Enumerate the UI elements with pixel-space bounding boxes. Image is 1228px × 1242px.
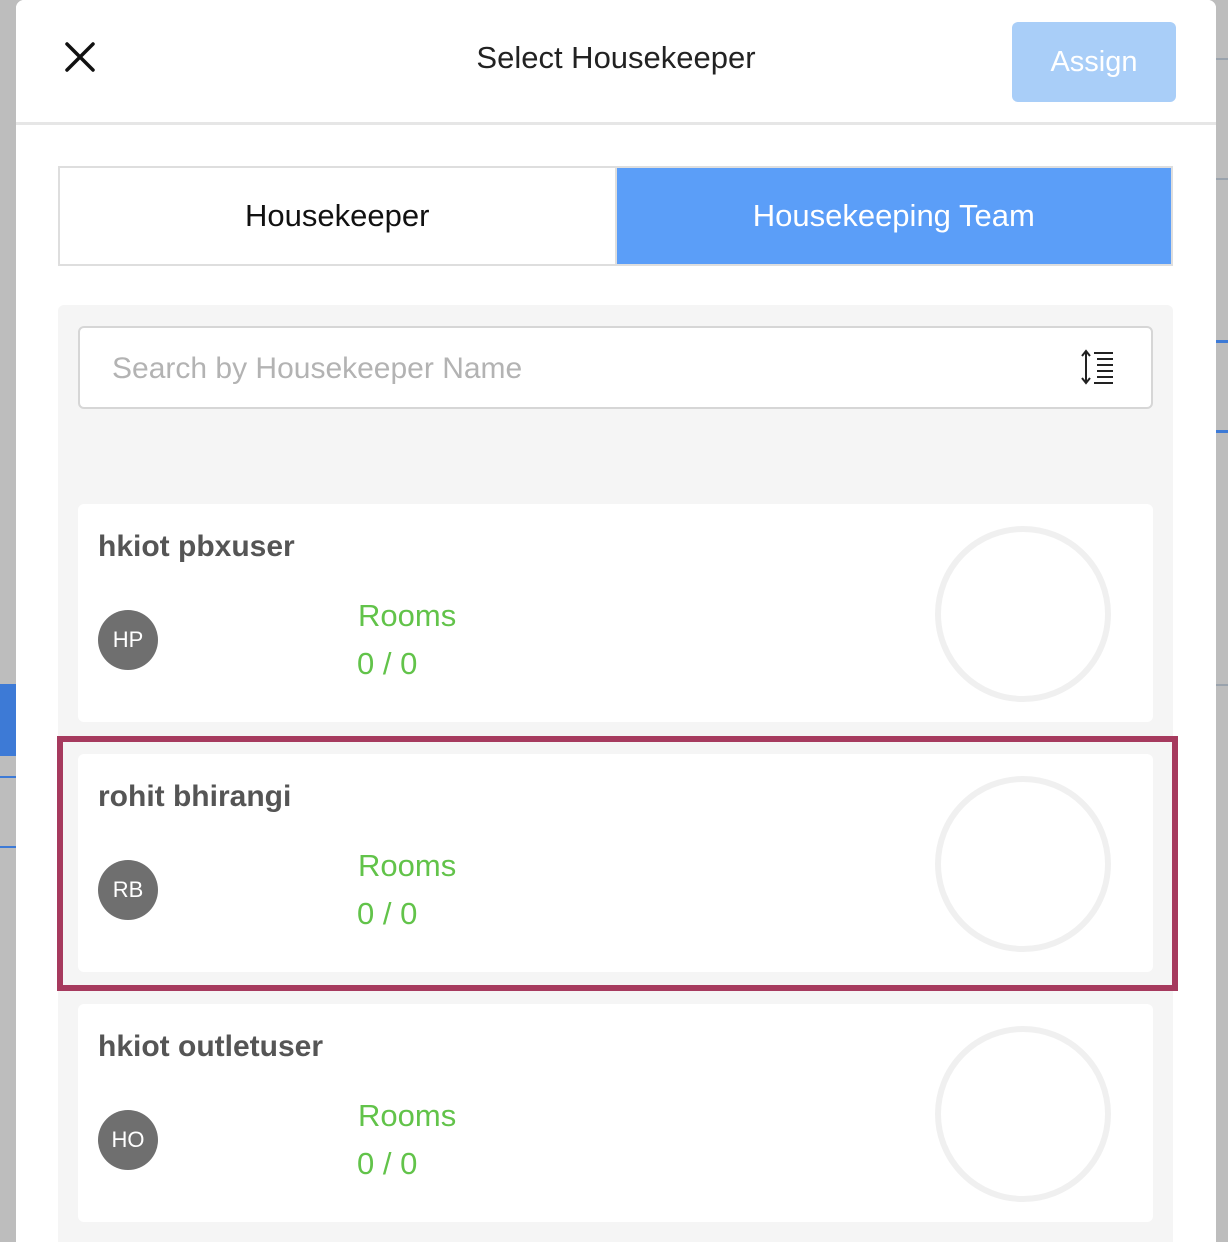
housekeeper-card[interactable]: hkiot outletuser HO Rooms 0 / 0 (78, 1004, 1153, 1222)
rooms-count: 0 / 0 (357, 646, 418, 681)
assign-button[interactable]: Assign (1012, 22, 1176, 102)
background-divider (1216, 178, 1228, 180)
housekeeper-card[interactable]: hkiot pbxuser HP Rooms 0 / 0 (78, 504, 1153, 722)
avatar: RB (98, 860, 158, 920)
housekeeper-name: hkiot outletuser (98, 1030, 324, 1063)
background-accent-line (0, 846, 16, 848)
tab-housekeeping-team[interactable]: Housekeeping Team (616, 168, 1171, 264)
progress-ring-icon (935, 776, 1111, 952)
background-accent-line (1216, 340, 1228, 343)
housekeeper-name: hkiot pbxuser (98, 530, 295, 563)
select-housekeeper-modal: Select Housekeeper Assign Housekeeper Ho… (16, 0, 1216, 1242)
rooms-count: 0 / 0 (357, 896, 418, 931)
search-input[interactable] (110, 328, 1014, 409)
rooms-count: 0 / 0 (357, 1146, 418, 1181)
housekeeper-card[interactable]: rohit bhirangi RB Rooms 0 / 0 (78, 754, 1153, 972)
modal-title: Select Housekeeper (476, 40, 756, 75)
avatar: HO (98, 1110, 158, 1170)
modal-header: Select Housekeeper Assign (16, 0, 1216, 125)
avatar: HP (98, 610, 158, 670)
housekeeper-list-panel: hkiot pbxuser HP Rooms 0 / 0 rohit bhira… (58, 305, 1173, 1242)
background-accent-block (0, 684, 16, 756)
housekeeper-name: rohit bhirangi (98, 780, 292, 813)
close-icon (65, 42, 95, 72)
close-button[interactable] (56, 30, 104, 82)
search-box (78, 326, 1153, 409)
sort-button[interactable] (1080, 348, 1116, 386)
sort-icon (1081, 349, 1113, 385)
assignee-type-tabs: Housekeeper Housekeeping Team (58, 166, 1173, 266)
rooms-label: Rooms (358, 1098, 457, 1133)
background-divider (1216, 684, 1228, 686)
background-accent-line (0, 776, 16, 778)
progress-ring-icon (935, 526, 1111, 702)
rooms-label: Rooms (358, 598, 457, 633)
background-divider (1216, 58, 1228, 60)
progress-ring-icon (935, 1026, 1111, 1202)
tab-housekeeper[interactable]: Housekeeper (60, 168, 617, 264)
rooms-label: Rooms (358, 848, 457, 883)
background-accent-line (1216, 430, 1228, 433)
